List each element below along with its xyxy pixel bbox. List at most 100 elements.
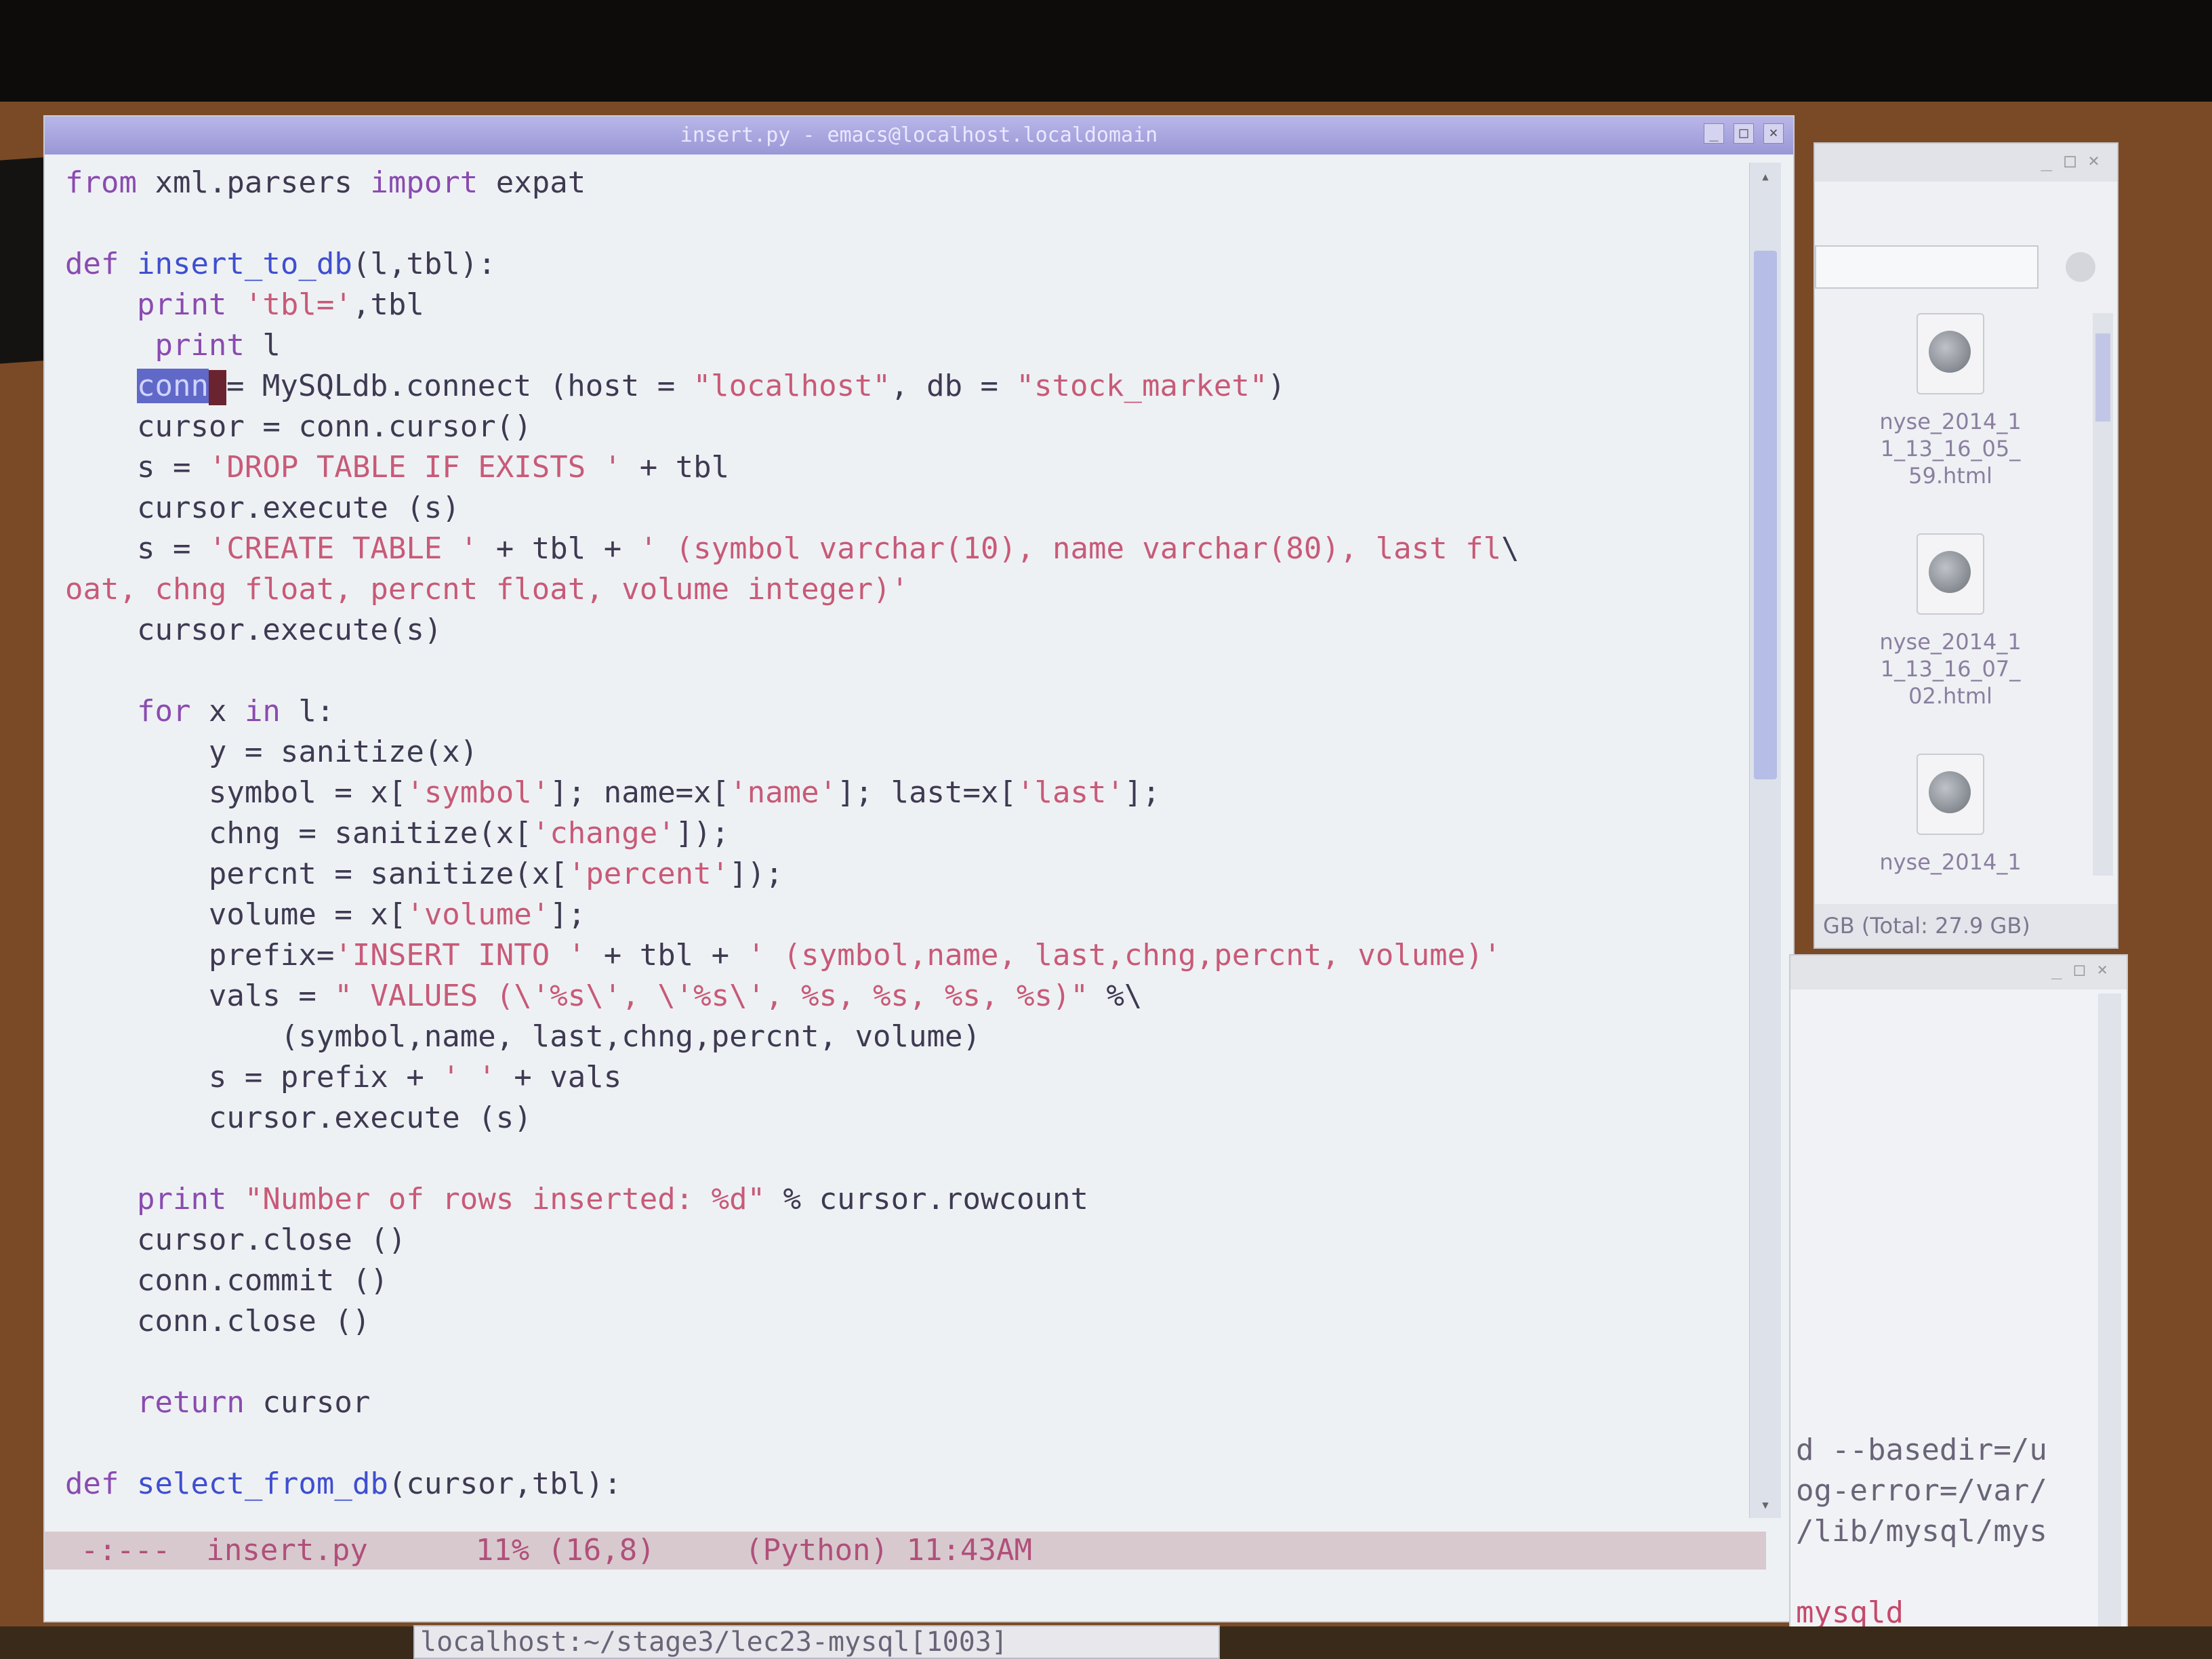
code-line[interactable]: volume = x['volume']; (65, 895, 586, 935)
code-line[interactable]: (symbol,name, last,chng,percnt, volume) (65, 1017, 981, 1057)
code-token: 'symbol' (406, 775, 550, 810)
search-icon[interactable] (2066, 252, 2095, 282)
code-line[interactable]: return cursor (65, 1382, 370, 1423)
file-item[interactable]: nyse_2014_1 (1828, 754, 2072, 896)
code-token: cursor = conn.cursor() (65, 409, 532, 444)
disk-status: GB (Total: 27.9 GB) (1815, 904, 2117, 947)
code-token: expat (478, 165, 586, 200)
window-close-icon[interactable]: × (1763, 123, 1784, 144)
file-item[interactable]: nyse_2014_1 1_13_16_05_ 59.html (1828, 313, 2072, 530)
code-line[interactable]: cursor = conn.cursor() (65, 407, 532, 447)
code-token: , db = (890, 369, 1017, 403)
code-line[interactable]: percnt = sanitize(x['percent']); (65, 854, 783, 895)
code-line[interactable]: print 'tbl=',tbl (65, 285, 424, 325)
code-token: 'INSERT INTO ' (334, 938, 586, 972)
terminal-window: _□× d --basedir=/u og-error=/var/ /lib/mys… (1789, 954, 2128, 1659)
code-token: ]; name=x[ (550, 775, 730, 810)
code-line[interactable]: def select_from_db(cursor,tbl): (65, 1464, 621, 1504)
code-line[interactable]: cursor.execute (s) (65, 1098, 532, 1139)
editor-title: insert.py - emacs@localhost.localdomain (680, 123, 1158, 147)
code-token: \ (1501, 531, 1519, 566)
code-token: "Number of rows inserted: %d" (244, 1182, 766, 1216)
terminal-scrollbar[interactable] (2098, 994, 2121, 1658)
window-minimize-icon[interactable]: _ (1704, 123, 1724, 144)
code-token: in (244, 694, 281, 729)
code-line[interactable]: s = 'CREATE TABLE ' + tbl + ' (symbol va… (65, 529, 1519, 569)
scroll-up-arrow-icon[interactable]: ▴ (1754, 165, 1777, 187)
code-token: chng = sanitize(x[ (65, 816, 532, 851)
globe-icon (1929, 551, 1971, 593)
file-list: nyse_2014_1 1_13_16_05_ 59.html nyse_2014… (1815, 313, 2086, 896)
search-input[interactable] (1815, 245, 2039, 289)
scroll-down-arrow-icon[interactable]: ▾ (1754, 1494, 1777, 1515)
code-line[interactable]: conn.close () (65, 1301, 370, 1342)
file-browser-window-controls[interactable]: _□× (2041, 149, 2112, 171)
terminal-line: d --basedir=/u (1796, 1433, 2047, 1467)
code-line[interactable]: oat, chng float, percnt float, volume in… (65, 569, 909, 610)
file-name: nyse_2014_1 (1879, 849, 2022, 875)
code-token: insert_to_db (136, 247, 352, 281)
code-token: for (136, 694, 191, 729)
code-token: y = sanitize(x) (65, 735, 478, 769)
editor-titlebar[interactable]: insert.py - emacs@localhost.localdomain … (45, 117, 1793, 155)
code-token: conn.commit () (65, 1263, 388, 1298)
text-cursor (208, 370, 226, 405)
code-token: oat, chng float, percnt float, volume in… (65, 572, 909, 607)
globe-file-icon (1917, 313, 1984, 394)
code-line[interactable]: s = 'DROP TABLE IF EXISTS ' + tbl (65, 447, 729, 488)
editor-scrollbar[interactable]: ▴ ▾ (1749, 163, 1781, 1518)
code-token: cursor.close () (65, 1223, 407, 1257)
file-browser-scrollbar[interactable] (2093, 313, 2113, 876)
code-token: 'CREATE TABLE ' (208, 531, 478, 566)
code-token: ) (1267, 369, 1286, 403)
code-token: = MySQLdb.connect (host = (226, 369, 693, 403)
file-browser-titlebar[interactable]: _□× (1815, 144, 2117, 182)
code-line[interactable]: y = sanitize(x) (65, 732, 478, 773)
terminal-line: og-error=/var/ (1796, 1473, 2047, 1508)
code-line[interactable]: cursor.execute (s) (65, 488, 460, 529)
code-token: ,tbl (352, 287, 424, 322)
code-token: "localhost" (693, 369, 891, 403)
code-token: %\ (1088, 979, 1143, 1013)
emacs-editor-window: insert.py - emacs@localhost.localdomain … (43, 115, 1795, 1622)
code-line[interactable]: conn = MySQLdb.connect (host = "localhost… (65, 366, 1286, 407)
code-token: " VALUES (\'%s\', \'%s\', %s, %s, %s, %s… (334, 979, 1088, 1013)
code-token: select_from_db (136, 1467, 388, 1501)
code-token: return (136, 1385, 245, 1420)
code-token: 'change' (531, 816, 676, 851)
code-buffer[interactable]: from xml.parsers import expat def insert_… (65, 163, 1739, 1518)
code-line[interactable]: cursor.execute(s) (65, 610, 442, 651)
code-line[interactable]: vals = " VALUES (\'%s\', \'%s\', %s, %s,… (65, 976, 1143, 1017)
terminal-taskbar-title[interactable]: localhost:~/stage3/lec23-mysql[1003] (413, 1625, 1220, 1659)
code-token: conn.close () (65, 1304, 371, 1338)
code-token: import (370, 165, 478, 200)
file-browser-window: _□× nyse_2014_1 1_13_16_05_ 59.html nyse_… (1814, 142, 2118, 949)
code-token: + vals (495, 1060, 622, 1094)
terminal-window-controls[interactable]: _□× (2051, 960, 2120, 980)
code-token: ]); (675, 816, 730, 851)
code-token: 'name' (729, 775, 838, 810)
code-line[interactable]: conn.commit () (65, 1261, 388, 1301)
code-line[interactable]: print l (65, 325, 280, 366)
file-item[interactable]: nyse_2014_1 1_13_16_07_ 02.html (1828, 533, 2072, 750)
terminal-titlebar[interactable]: _□× (1790, 956, 2127, 989)
code-token: ]; (550, 897, 586, 932)
file-name: nyse_2014_1 1_13_16_05_ 59.html (1879, 409, 2022, 489)
scrollbar-thumb[interactable] (1754, 251, 1777, 779)
code-line[interactable]: prefix='INSERT INTO ' + tbl + ' (symbol,… (65, 935, 1501, 976)
code-line[interactable]: symbol = x['symbol']; name=x['name']; la… (65, 773, 1160, 813)
code-line[interactable]: def insert_to_db(l,tbl): (65, 244, 496, 285)
code-line[interactable]: print "Number of rows inserted: %d" % cu… (65, 1179, 1088, 1220)
code-line[interactable]: cursor.close () (65, 1220, 406, 1261)
code-token: + tbl + (586, 938, 747, 972)
code-line[interactable]: s = prefix + ' ' + vals (65, 1057, 621, 1098)
scrollbar-thumb[interactable] (2095, 333, 2110, 422)
code-line[interactable]: from xml.parsers import expat (65, 163, 586, 203)
globe-file-icon (1917, 533, 1984, 615)
window-maximize-icon[interactable]: □ (1734, 123, 1754, 144)
code-line[interactable]: for x in l: (65, 691, 334, 732)
code-line[interactable]: chng = sanitize(x['change']); (65, 813, 729, 854)
